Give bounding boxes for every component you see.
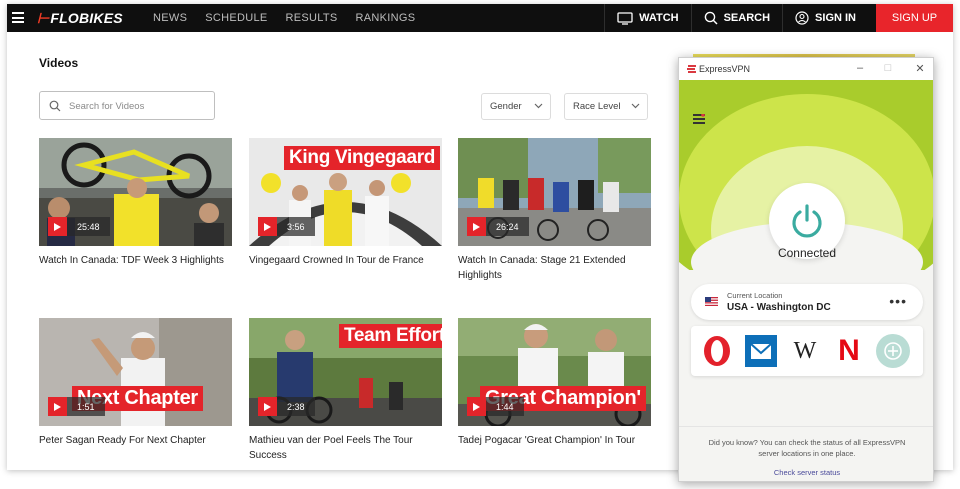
tv-icon	[617, 11, 633, 25]
top-nav: ⊢FLOBIKES NEWS SCHEDULE RESULTS RANKINGS…	[7, 4, 953, 32]
vpn-connected-hero	[679, 80, 933, 270]
video-title[interactable]: Peter Sagan Ready For Next Chapter	[39, 433, 232, 448]
play-icon	[467, 397, 486, 416]
video-card[interactable]: 26:24 Watch In Canada: Stage 21 Extended…	[458, 138, 651, 283]
play-overlay[interactable]: 25:48	[48, 217, 110, 236]
video-duration: 25:48	[67, 217, 110, 236]
menu-icon[interactable]	[12, 12, 24, 23]
user-icon	[795, 11, 809, 25]
video-title[interactable]: Watch In Canada: TDF Week 3 Highlights	[39, 253, 232, 268]
search-input[interactable]	[69, 98, 209, 114]
nav-link-rankings[interactable]: RANKINGS	[356, 12, 416, 24]
thumbnail-banner: Team Effort	[339, 324, 442, 348]
netflix-icon[interactable]: N	[831, 333, 867, 369]
search-button[interactable]: SEARCH	[690, 4, 782, 32]
nav-link-results[interactable]: RESULTS	[286, 12, 338, 24]
power-icon	[792, 204, 822, 238]
chevron-down-icon	[631, 103, 640, 109]
flo-mark: ⊢	[37, 10, 50, 26]
wikipedia-icon[interactable]: W	[787, 333, 823, 369]
nav-links: NEWS SCHEDULE RESULTS RANKINGS	[153, 12, 415, 24]
nav-link-schedule[interactable]: SCHEDULE	[205, 12, 267, 24]
videos-heading: Videos	[39, 56, 79, 70]
sign-up-button[interactable]: SIGN UP	[876, 4, 953, 32]
expressvpn-logo-icon	[687, 65, 696, 73]
race-level-filter-label: Race Level	[573, 101, 621, 112]
maximize-icon[interactable]: □	[879, 62, 897, 74]
video-thumbnail[interactable]: King Vingegaard 3:56	[249, 138, 442, 246]
nav-actions: WATCH SEARCH SIGN IN SIGN UP	[604, 4, 953, 32]
video-card[interactable]: Team Effort 2:38 Mathieu van der Poel Fe…	[249, 318, 442, 463]
chevron-down-icon	[534, 103, 543, 109]
flobikes-logo[interactable]: ⊢FLOBIKES	[37, 10, 123, 27]
video-duration: 1:44	[486, 397, 524, 416]
check-server-status-link[interactable]: Check server status	[679, 468, 933, 477]
mail-icon[interactable]	[743, 333, 779, 369]
search-icon	[49, 100, 61, 112]
video-thumbnail[interactable]: Team Effort 2:38	[249, 318, 442, 426]
play-overlay[interactable]: 1:44	[467, 397, 524, 416]
tip-text: Did you know? You can check the status o…	[708, 438, 906, 458]
gender-filter-label: Gender	[490, 101, 522, 112]
close-icon[interactable]: ✕	[911, 62, 929, 75]
race-level-filter[interactable]: Race Level	[564, 93, 648, 120]
video-card[interactable]: 25:48 Watch In Canada: TDF Week 3 Highli…	[39, 138, 232, 268]
video-duration: 26:24	[486, 217, 529, 236]
video-title[interactable]: Vingegaard Crowned In Tour de France	[249, 253, 442, 268]
video-card[interactable]: Next Chapter 1:51 Peter Sagan Ready For …	[39, 318, 232, 448]
play-icon	[48, 397, 67, 416]
divider	[679, 426, 933, 427]
app-shortcuts: W N	[691, 326, 923, 376]
search-label: SEARCH	[723, 12, 771, 24]
vpn-title-bar: ExpressVPN – □ ✕	[679, 58, 933, 80]
hamburger-menu-icon[interactable]	[693, 114, 705, 124]
play-overlay[interactable]: 1:51	[48, 397, 105, 416]
sign-in-label: SIGN IN	[815, 12, 856, 24]
opera-icon[interactable]	[699, 333, 735, 369]
video-search-box[interactable]	[39, 91, 215, 120]
vpn-app-title: ExpressVPN	[699, 64, 751, 74]
nav-link-news[interactable]: NEWS	[153, 12, 187, 24]
play-overlay[interactable]: 3:56	[258, 217, 315, 236]
video-card[interactable]: King Vingegaard 3:56 Vingegaard Crowned …	[249, 138, 442, 268]
location-value: USA - Washington DC	[727, 302, 831, 313]
gender-filter[interactable]: Gender	[481, 93, 551, 120]
watch-button[interactable]: WATCH	[604, 4, 691, 32]
play-icon	[258, 217, 277, 236]
connection-status: Connected	[777, 246, 837, 260]
video-title[interactable]: Tadej Pogacar 'Great Champion' In Tour	[458, 433, 651, 448]
expressvpn-window: ExpressVPN – □ ✕ Connected Current Locat…	[678, 57, 934, 482]
video-thumbnail[interactable]: 26:24	[458, 138, 651, 246]
video-title[interactable]: Mathieu van der Poel Feels The Tour Succ…	[249, 433, 442, 463]
location-label: Current Location	[727, 291, 783, 300]
play-icon	[467, 217, 486, 236]
video-card[interactable]: Great Champion' 1:44 Tadej Pogacar 'Grea…	[458, 318, 651, 448]
thumbnail-banner: King Vingegaard	[284, 146, 441, 170]
more-options-icon[interactable]: •••	[889, 293, 907, 309]
play-icon	[258, 397, 277, 416]
video-thumbnail[interactable]: Next Chapter 1:51	[39, 318, 232, 426]
minimize-icon[interactable]: –	[851, 62, 869, 74]
video-duration: 1:51	[67, 397, 105, 416]
sign-in-button[interactable]: SIGN IN	[782, 4, 868, 32]
play-overlay[interactable]: 26:24	[467, 217, 529, 236]
video-duration: 2:38	[277, 397, 315, 416]
video-thumbnail[interactable]: 25:48	[39, 138, 232, 246]
play-icon	[48, 217, 67, 236]
video-duration: 3:56	[277, 217, 315, 236]
video-title[interactable]: Watch In Canada: Stage 21 Extended Highl…	[458, 253, 651, 283]
us-flag-icon	[705, 297, 718, 306]
current-location-card[interactable]: Current Location USA - Washington DC •••	[691, 284, 923, 320]
search-icon	[704, 11, 718, 25]
play-overlay[interactable]: 2:38	[258, 397, 315, 416]
add-shortcut-icon[interactable]	[875, 333, 911, 369]
watch-label: WATCH	[639, 12, 679, 24]
video-thumbnail[interactable]: Great Champion' 1:44	[458, 318, 651, 426]
logo-text: FLOBIKES	[50, 10, 123, 26]
